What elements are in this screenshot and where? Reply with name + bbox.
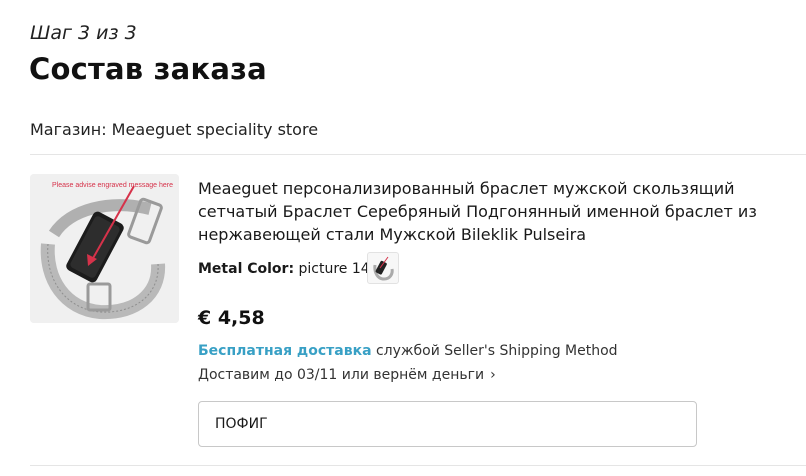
shipping-info: Бесплатная доставка службой Seller's Shi… — [198, 343, 618, 359]
chevron-right-icon: › — [490, 367, 496, 383]
variant-bracelet-image — [373, 256, 394, 281]
divider — [30, 154, 806, 155]
delivery-guarantee-link[interactable]: Доставим до 03/11 или вернём деньги › — [198, 367, 496, 383]
product-title[interactable]: Meaeguet персонализированный браслет муж… — [198, 177, 778, 246]
step-indicator: Шаг 3 из 3 — [30, 22, 137, 44]
variant-value: picture 14 — [298, 261, 370, 277]
variant-label: Metal Color: — [198, 261, 295, 277]
page-title: Состав заказа — [29, 52, 267, 86]
delivery-text: Доставим до 03/11 или вернём деньги — [198, 367, 485, 383]
image-caption: Please advise engraved message here — [52, 182, 173, 189]
shipping-method: службой Seller's Shipping Method — [375, 343, 618, 359]
variant-thumbnail — [367, 252, 399, 284]
store-name[interactable]: Магазин: Meaeguet speciality store — [30, 120, 318, 139]
product-image[interactable]: Please advise engraved message here — [30, 174, 179, 323]
free-shipping-label: Бесплатная доставка — [198, 343, 372, 359]
item-price: € 4,58 — [198, 307, 265, 329]
divider — [30, 465, 806, 466]
bracelet-image: Please advise engraved message here — [30, 174, 179, 323]
variant-info: Metal Color: picture 14 — [198, 261, 370, 277]
seller-comment-input[interactable] — [198, 401, 697, 447]
